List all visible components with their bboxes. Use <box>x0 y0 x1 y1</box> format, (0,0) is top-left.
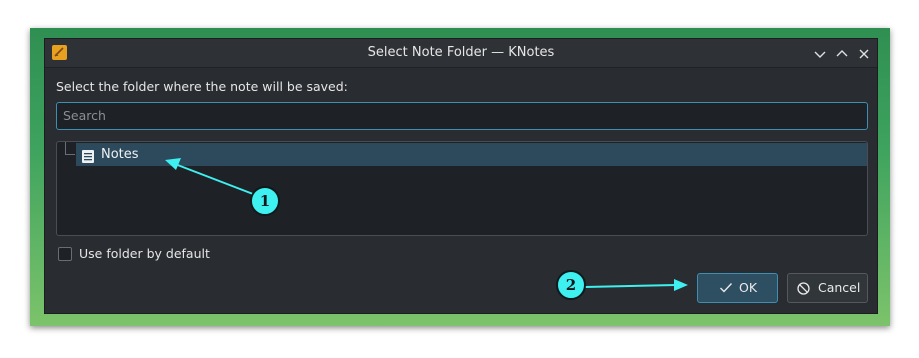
annotation-overlay <box>165 158 688 291</box>
annotation-badge-1: 1 <box>250 186 280 216</box>
annotation-arrow-2 <box>584 279 688 291</box>
annotation-badge-2: 2 <box>556 270 586 300</box>
annotation-arrow-1 <box>165 158 254 195</box>
